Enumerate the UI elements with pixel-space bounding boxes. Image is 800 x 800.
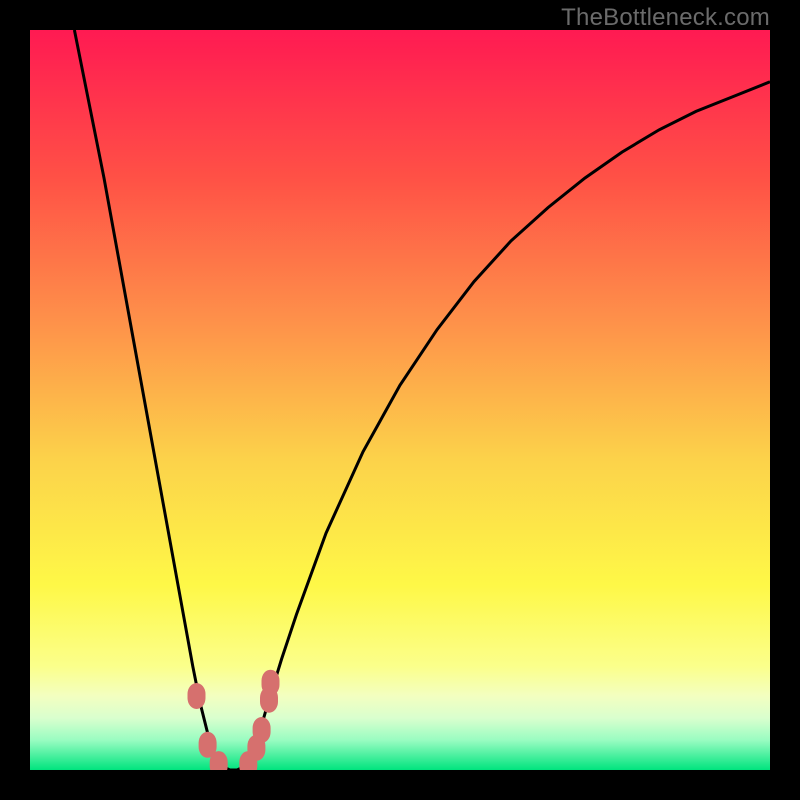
curve-marker xyxy=(262,670,280,696)
plot-area xyxy=(30,30,770,770)
curve-marker xyxy=(188,683,206,709)
curve-markers xyxy=(188,670,280,770)
curve-layer xyxy=(30,30,770,770)
bottleneck-curve xyxy=(74,30,770,770)
watermark-text: TheBottleneck.com xyxy=(561,4,770,32)
curve-marker xyxy=(253,717,271,743)
outer-frame: TheBottleneck.com xyxy=(0,0,800,800)
